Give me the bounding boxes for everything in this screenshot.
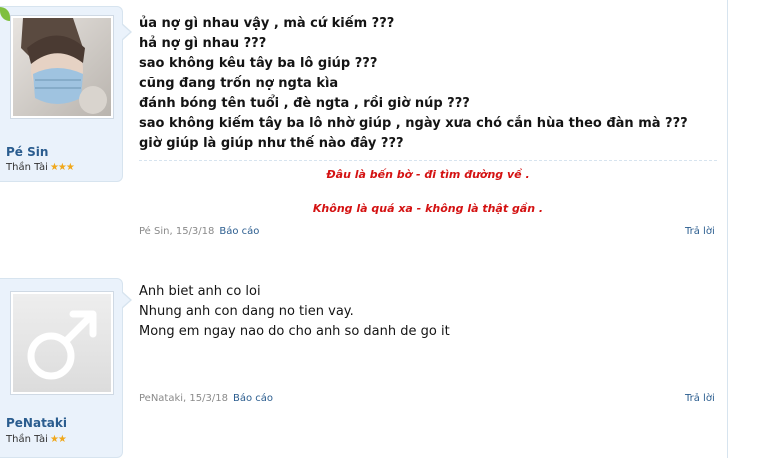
message-line: ủa nợ gì nhau vậy , mà cứ kiếm ??? [139, 16, 395, 31]
rank-stars-icon: ★★ [49, 434, 67, 445]
message-body: Anh biet anh co loi Nhung anh con dang n… [139, 282, 719, 342]
content-border [727, 0, 728, 458]
message-body: ủa nợ gì nhau vậy , mà cứ kiếm ??? hả nợ… [139, 14, 719, 154]
username[interactable]: Pé Sin [6, 145, 48, 159]
avatar[interactable] [10, 15, 114, 119]
male-symbol-icon [13, 294, 111, 392]
user-info-panel: PeNataki Thần Tài ★★ [0, 278, 123, 458]
user-title-label: Thần Tài [6, 162, 48, 173]
thread-view: Pé Sin Thần Tài ★★★ ủa nợ gì nhau vậy , m… [0, 0, 760, 458]
message-line: đánh bóng tên tuổi , đè ngta , rồi giờ n… [139, 96, 470, 111]
post-author-date[interactable]: PeNataki, 15/3/18 [139, 393, 228, 404]
user-title-label: Thần Tài [6, 434, 48, 445]
signature-divider [139, 160, 717, 161]
message-line: giờ giúp là giúp như thế nào đây ??? [139, 136, 404, 151]
post: PeNataki Thần Tài ★★ Anh biet anh co loi … [0, 268, 727, 458]
message-line: sao không kiếm tây ba lô nhờ giúp , ngày… [139, 116, 688, 131]
post: Pé Sin Thần Tài ★★★ ủa nợ gì nhau vậy , m… [0, 0, 727, 258]
message-line: cũng đang trốn nợ ngta kìa [139, 76, 339, 91]
post-author-date[interactable]: Pé Sin, 15/3/18 [139, 226, 214, 237]
user-info-panel: Pé Sin Thần Tài ★★★ [0, 6, 123, 182]
user-title: Thần Tài ★★★ [6, 162, 75, 173]
post-meta: PeNataki, 15/3/18 Báo cáo [139, 393, 273, 404]
user-title: Thần Tài ★★ [6, 434, 67, 445]
reply-link[interactable]: Trả lời [685, 393, 715, 404]
message-line: hả nợ gì nhau ??? [139, 36, 267, 51]
report-link[interactable]: Báo cáo [233, 393, 273, 404]
leaf-icon [0, 7, 10, 21]
reply-link[interactable]: Trả lời [685, 226, 715, 237]
userblock-arrow [121, 24, 130, 40]
post-meta: Pé Sin, 15/3/18 Báo cáo [139, 226, 259, 237]
message-line: Mong em ngay nao do cho anh so danh de g… [139, 324, 450, 339]
username[interactable]: PeNataki [6, 416, 67, 430]
message-line: sao không kêu tây ba lô giúp ??? [139, 56, 378, 71]
signature-line: Không là quá xa - không là thật gần . [312, 202, 544, 215]
message-line: Nhung anh con dang no tien vay. [139, 304, 354, 319]
rank-stars-icon: ★★★ [49, 162, 75, 173]
message-line: Anh biet anh co loi [139, 284, 261, 299]
signature-line: Đâu là bến bờ - đi tìm đường về . [326, 168, 530, 181]
avatar-photo [13, 18, 111, 116]
report-link[interactable]: Báo cáo [219, 226, 259, 237]
avatar[interactable] [10, 291, 114, 395]
userblock-arrow [121, 292, 130, 308]
